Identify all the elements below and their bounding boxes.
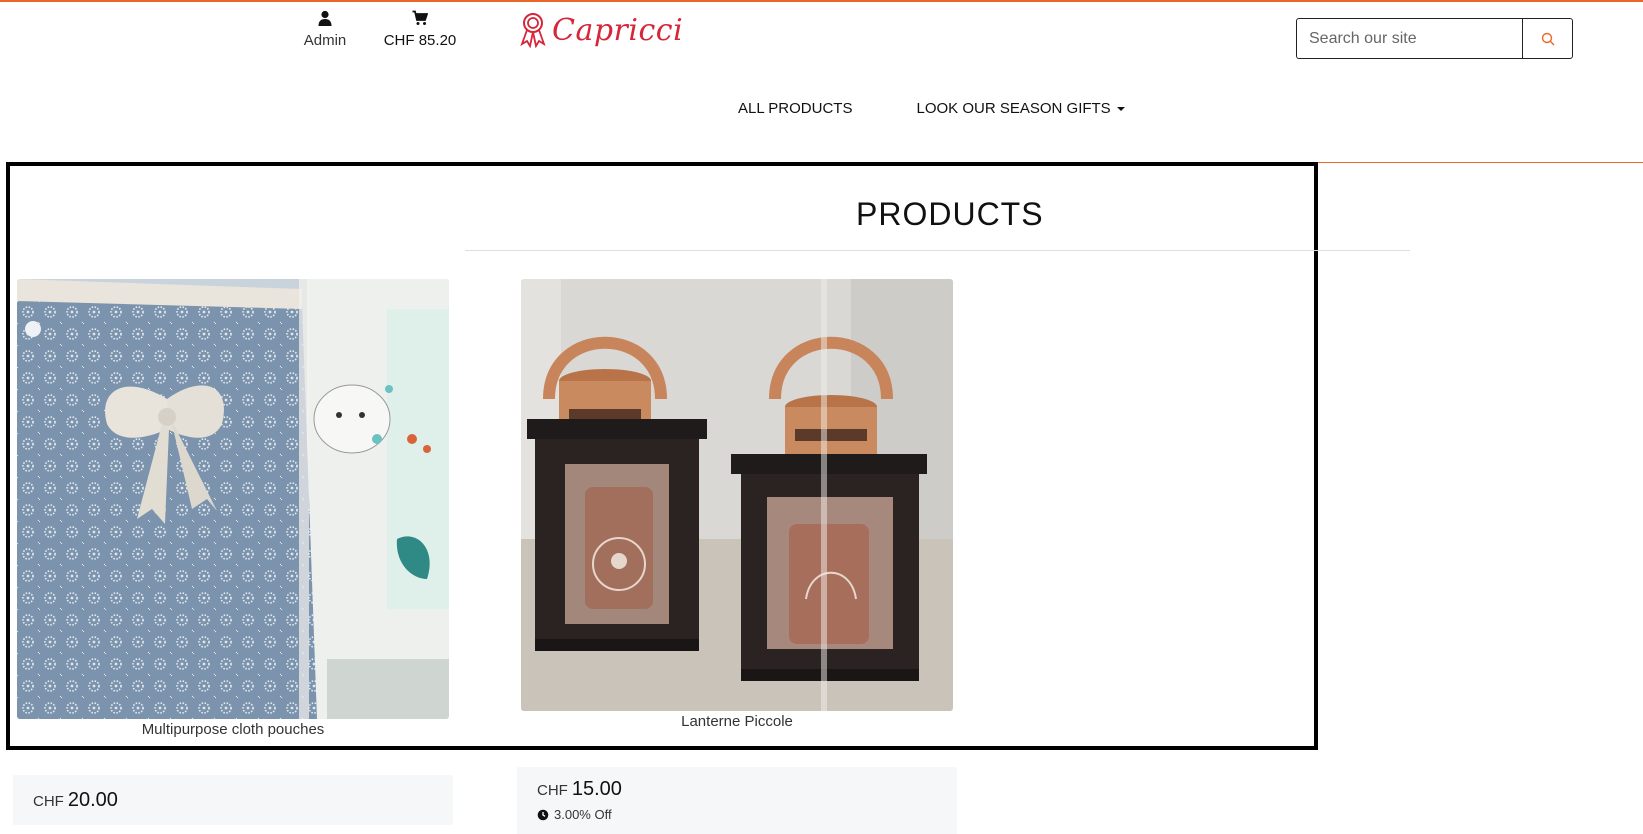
account-link[interactable]: Admin [290,10,360,50]
header-divider [1262,162,1643,163]
price-currency: CHF [537,782,568,799]
search-icon [1541,32,1554,45]
lanterns-photo [521,279,953,711]
search-button[interactable] [1522,19,1572,58]
nav-season-gifts-dropdown[interactable]: LOOK OUR SEASON GIFTS [916,100,1125,117]
nav-all-products-label: ALL PRODUCTS [738,100,853,117]
price-currency: CHF [33,793,64,810]
discount-text: 3.00% Off [554,807,612,822]
cart-total: CHF 85.20 [383,32,457,49]
title-divider [465,250,1410,251]
cart-link[interactable]: CHF 85.20 [380,10,460,50]
logo-text: Capricci [552,12,684,48]
cart-icon [412,10,428,25]
page-title: PRODUCTS [856,196,1044,232]
site-logo[interactable]: Capricci [518,12,683,48]
product-price-box: CHF 20.00 [13,775,453,825]
user-icon [318,10,332,26]
search-input[interactable] [1297,19,1522,58]
nav-season-gifts-label: LOOK OUR SEASON GIFTS [916,100,1111,117]
nav-all-products[interactable]: ALL PRODUCTS [738,100,852,117]
caret-down-icon [1116,106,1125,111]
price-amount: 20.00 [67,789,118,811]
account-label: Admin [303,32,347,49]
cloth-pouches-photo [17,279,449,719]
discount-badge: 3.00% Off [537,807,937,822]
product-image-cloth-pouches[interactable] [17,279,449,719]
main-nav: ALL PRODUCTS LOOK OUR SEASON GIFTS [738,100,1125,117]
product-name[interactable]: Lanterne Piccole [521,713,953,730]
product-image-lanterns[interactable] [521,279,953,711]
price-amount: 15.00 [571,778,622,800]
site-search [1296,18,1573,59]
ribbon-award-icon [520,13,546,48]
product-name[interactable]: Multipurpose cloth pouches [17,721,449,738]
top-accent-line [0,0,1643,2]
clock-icon [537,809,549,820]
product-price-box: CHF 15.00 3.00% Off [517,767,957,834]
